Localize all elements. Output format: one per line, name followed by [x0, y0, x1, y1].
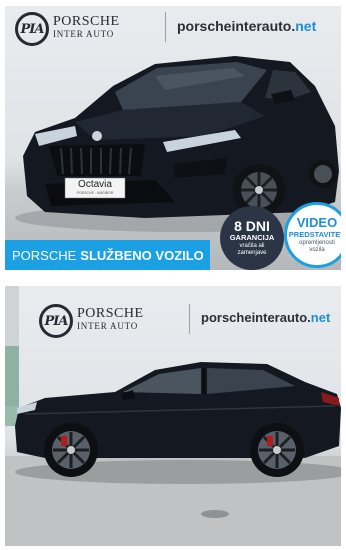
- official-vehicle-banner: PORSCHE SLUŽBENO VOZILO: [5, 240, 210, 270]
- video-note-2: vozila: [309, 247, 325, 253]
- guarantee-subtitle: GARANCIJA: [229, 233, 275, 242]
- guarantee-note-1: vračila ali: [239, 243, 265, 249]
- plate-subtext: PORSCHE · MARIBOR: [76, 191, 114, 195]
- car-photo-side[interactable]: PIA PORSCHE INTER AUTO porscheinterauto.…: [5, 286, 341, 546]
- car-photo-front[interactable]: PIA PORSCHE INTER AUTO porscheinterauto.…: [5, 6, 341, 270]
- video-subtitle: PREDSTAVITEV: [288, 230, 341, 239]
- video-note-1: opremljenosti: [299, 240, 335, 246]
- guarantee-badge: 8 DNI GARANCIJA vračila ali zamenjave: [220, 206, 284, 270]
- car-side-illustration: [5, 286, 341, 546]
- banner-regular-text: PORSCHE: [12, 247, 77, 263]
- guarantee-title: 8 DNI: [234, 218, 270, 234]
- video-title: VIDEO: [296, 215, 338, 230]
- banner-bold-text: SLUŽBENO VOZILO: [80, 247, 204, 263]
- guarantee-note-2: zamenjave: [237, 250, 267, 256]
- plate-text: Octavia: [78, 179, 112, 190]
- license-plate: Octavia PORSCHE · MARIBOR: [65, 178, 125, 198]
- video-presentation-badge[interactable]: VIDEO PREDSTAVITEV opremljenosti vozila: [284, 202, 341, 268]
